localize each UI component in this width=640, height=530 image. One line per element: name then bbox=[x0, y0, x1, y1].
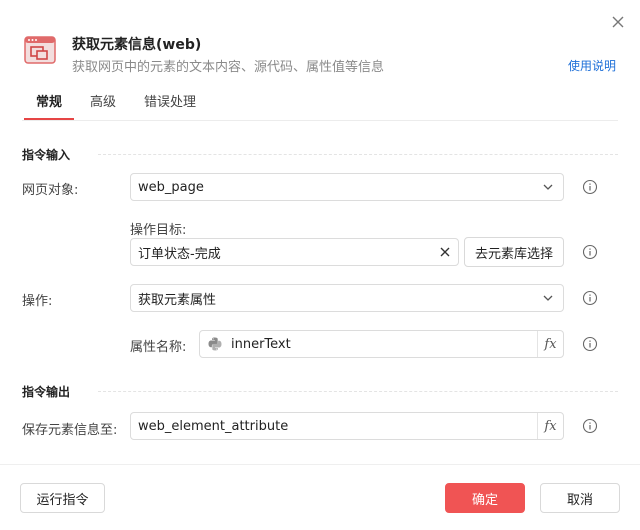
web-object-select[interactable]: web_page bbox=[130, 173, 564, 201]
close-icon[interactable] bbox=[608, 12, 628, 32]
web-object-label: 网页对象: bbox=[22, 183, 79, 198]
operation-value: 获取元素属性 bbox=[138, 292, 217, 308]
dialog-subtitle: 获取网页中的元素的文本内容、源代码、属性值等信息 bbox=[72, 60, 385, 75]
info-icon[interactable] bbox=[582, 336, 598, 352]
info-icon[interactable] bbox=[582, 179, 598, 195]
python-icon bbox=[208, 337, 222, 351]
help-link[interactable]: 使用说明 bbox=[568, 57, 616, 74]
clear-icon[interactable] bbox=[438, 245, 452, 259]
cancel-button[interactable]: 取消 bbox=[540, 483, 620, 513]
info-icon[interactable] bbox=[582, 290, 598, 306]
tabs-divider bbox=[22, 120, 618, 121]
target-value: 订单状态-完成 bbox=[138, 246, 221, 262]
dialog: 获取元素信息(web) 获取网页中的元素的文本内容、源代码、属性值等信息 使用说… bbox=[0, 0, 640, 530]
info-icon[interactable] bbox=[582, 244, 598, 260]
web-window-icon bbox=[24, 34, 56, 66]
operation-label: 操作: bbox=[22, 294, 53, 309]
attribute-name-field[interactable]: innerText fx bbox=[199, 330, 564, 358]
input-section-title: 指令输入 bbox=[22, 148, 71, 162]
chevron-down-icon bbox=[543, 295, 553, 301]
save-to-label: 保存元素信息至: bbox=[22, 423, 118, 438]
tab-advanced[interactable]: 高级 bbox=[90, 94, 116, 120]
attribute-name-label: 属性名称: bbox=[130, 340, 187, 355]
attribute-name-value: innerText bbox=[231, 336, 291, 352]
save-to-field[interactable]: web_element_attribute fx bbox=[130, 412, 564, 440]
info-icon[interactable] bbox=[582, 418, 598, 434]
tab-error-handling[interactable]: 错误处理 bbox=[144, 94, 196, 120]
element-library-button[interactable]: 去元素库选择 bbox=[464, 237, 564, 267]
target-field[interactable]: 订单状态-完成 bbox=[130, 238, 459, 266]
web-object-value: web_page bbox=[138, 179, 204, 195]
footer-divider bbox=[0, 464, 640, 465]
tab-bar: 常规 高级 错误处理 bbox=[22, 94, 224, 122]
chevron-down-icon bbox=[543, 184, 553, 190]
dialog-title: 获取元素信息(web) bbox=[72, 37, 202, 53]
output-section-divider bbox=[98, 391, 618, 392]
operation-select[interactable]: 获取元素属性 bbox=[130, 284, 564, 312]
run-command-button[interactable]: 运行指令 bbox=[20, 483, 105, 513]
tab-general[interactable]: 常规 bbox=[23, 94, 75, 120]
fx-icon[interactable]: fx bbox=[537, 413, 563, 439]
confirm-button[interactable]: 确定 bbox=[445, 483, 525, 513]
target-label: 操作目标: bbox=[130, 223, 187, 238]
input-section-divider bbox=[98, 154, 618, 155]
fx-icon[interactable]: fx bbox=[537, 331, 563, 357]
output-section-title: 指令输出 bbox=[22, 385, 71, 399]
save-to-value: web_element_attribute bbox=[138, 418, 289, 434]
